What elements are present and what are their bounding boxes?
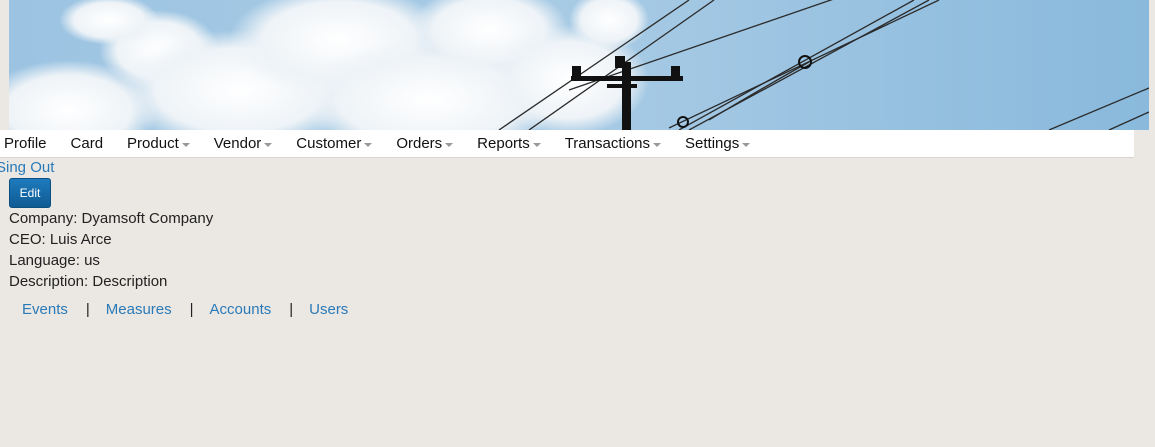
nav-item-label: Card <box>70 135 104 152</box>
header-banner-image <box>9 0 1149 130</box>
link-separator: | <box>85 300 90 318</box>
caret-down-icon <box>742 142 751 147</box>
sign-out-link[interactable]: Sing Out <box>0 159 54 176</box>
caret-down-icon <box>532 142 541 147</box>
company-info: Company: Dyamsoft Company CEO: Luis Arce… <box>9 208 213 292</box>
nav-item-label: Product <box>127 135 179 152</box>
caret-down-icon <box>364 142 373 147</box>
link-separator: | <box>189 300 194 318</box>
language-value: Language: us <box>9 252 100 269</box>
nav-item-label: Reports <box>477 135 530 152</box>
link-separator: | <box>289 300 294 318</box>
nav-item-transactions[interactable]: Transactions <box>564 135 662 152</box>
nav-item-label: Customer <box>296 135 362 152</box>
section-links: Events | Measures | Accounts | Users <box>22 299 348 319</box>
accounts-link[interactable]: Accounts <box>210 301 272 318</box>
nav-item-label: Profile <box>4 135 47 152</box>
nav-item-orders[interactable]: Orders <box>396 135 454 152</box>
nav-item-reports[interactable]: Reports <box>477 135 541 152</box>
caret-down-icon <box>445 142 454 147</box>
nav-item-label: Settings <box>685 135 740 152</box>
nav-item-customer[interactable]: Customer <box>296 135 373 152</box>
nav-item-label: Transactions <box>564 135 651 152</box>
nav-item-label: Vendor <box>213 135 262 152</box>
description-value: Description: Description <box>9 273 168 290</box>
nav-item-label: Orders <box>396 135 443 152</box>
nav-item-settings[interactable]: Settings <box>685 135 751 152</box>
caret-down-icon <box>653 142 662 147</box>
nav-item-card[interactable]: Card <box>71 135 104 152</box>
measures-link[interactable]: Measures <box>106 301 172 318</box>
nav-item-profile[interactable]: Profile <box>4 135 47 152</box>
edit-button[interactable]: Edit <box>9 178 51 208</box>
events-link[interactable]: Events <box>22 301 68 318</box>
caret-down-icon <box>264 142 273 147</box>
caret-down-icon <box>181 142 190 147</box>
nav-item-vendor[interactable]: Vendor <box>214 135 273 152</box>
ceo-name: CEO: Luis Arce <box>9 231 112 248</box>
users-link[interactable]: Users <box>309 301 348 318</box>
nav-item-product[interactable]: Product <box>127 135 190 152</box>
company-name: Company: Dyamsoft Company <box>9 210 214 227</box>
main-navbar: Profile Card Product Vendor Customer Ord… <box>0 130 1134 158</box>
